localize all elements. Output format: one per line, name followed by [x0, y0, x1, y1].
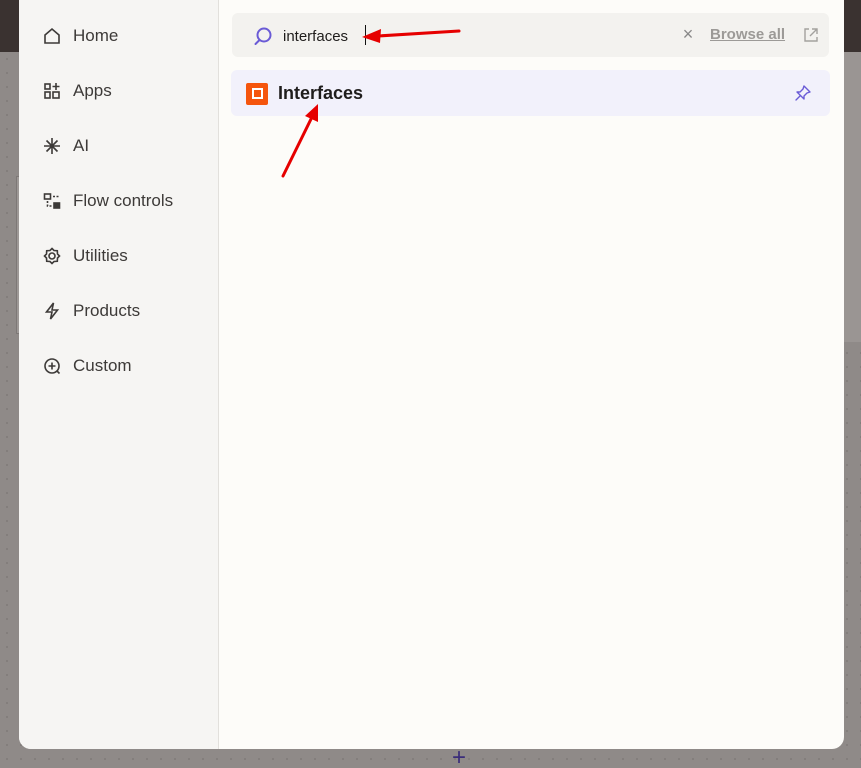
sidebar-item-apps[interactable]: Apps	[19, 63, 218, 118]
text-cursor	[365, 25, 366, 45]
results-panel: × Browse all Interfaces	[219, 0, 844, 749]
apps-icon	[42, 81, 62, 101]
category-sidebar: Home Apps AI Flow controls Utilities Pro…	[19, 0, 219, 749]
flow-controls-icon	[42, 191, 62, 211]
external-link-icon[interactable]	[803, 27, 819, 43]
pin-icon[interactable]	[794, 84, 812, 102]
interfaces-app-icon	[246, 83, 268, 105]
sidebar-item-custom[interactable]: Custom	[19, 338, 218, 393]
sidebar-item-flow-controls[interactable]: Flow controls	[19, 173, 218, 228]
sidebar-item-label: Utilities	[73, 245, 128, 265]
background-panel	[841, 52, 861, 342]
sidebar-item-products[interactable]: Products	[19, 283, 218, 338]
sidebar-item-home[interactable]: Home	[19, 8, 218, 63]
sidebar-item-label: Apps	[73, 80, 112, 100]
browse-all-link[interactable]: Browse all	[710, 26, 785, 43]
sidebar-item-ai[interactable]: AI	[19, 118, 218, 173]
clear-search-icon[interactable]: ×	[680, 25, 696, 43]
result-item-label: Interfaces	[278, 83, 364, 103]
sidebar-item-label: Flow controls	[73, 190, 174, 210]
add-step-icon[interactable]: +	[449, 746, 469, 768]
search-bar: × Browse all	[232, 13, 829, 57]
search-input[interactable]	[283, 24, 603, 48]
lightning-icon	[42, 301, 62, 321]
search-icon	[254, 27, 272, 45]
sidebar-item-label: AI	[73, 135, 90, 155]
utilities-gear-icon	[42, 246, 62, 266]
home-icon	[42, 26, 62, 46]
sidebar-item-label: Home	[73, 25, 119, 45]
result-item-interfaces[interactable]: Interfaces	[231, 70, 830, 116]
custom-plus-icon	[42, 356, 62, 376]
sidebar-item-label: Custom	[73, 355, 132, 375]
ai-sparkle-icon	[42, 136, 62, 156]
sidebar-item-utilities[interactable]: Utilities	[19, 228, 218, 283]
sidebar-item-label: Products	[73, 300, 141, 320]
step-picker-modal: Home Apps AI Flow controls Utilities Pro…	[19, 0, 844, 749]
